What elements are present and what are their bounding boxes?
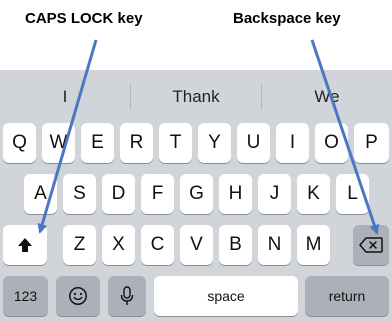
key-a[interactable]: A [24,174,57,214]
key-d[interactable]: D [102,174,135,214]
backspace-key[interactable] [353,225,389,265]
suggestion-1[interactable]: I [0,87,130,107]
key-p[interactable]: P [354,123,389,163]
key-i[interactable]: I [276,123,309,163]
key-t[interactable]: T [159,123,192,163]
key-b[interactable]: B [219,225,252,265]
backspace-callout: Backspace key [233,10,341,27]
key-k[interactable]: K [297,174,330,214]
numbers-key[interactable]: 123 [3,276,48,316]
caps-lock-callout: CAPS LOCK key [25,10,143,27]
key-r[interactable]: R [120,123,153,163]
microphone-icon [120,286,134,305]
suggestion-3[interactable]: We [262,87,392,107]
key-o[interactable]: O [315,123,348,163]
microphone-key[interactable] [108,276,146,316]
space-key[interactable]: space [154,276,298,316]
key-c[interactable]: C [141,225,174,265]
key-x[interactable]: X [102,225,135,265]
key-z[interactable]: Z [63,225,96,265]
key-q[interactable]: Q [3,123,36,163]
key-n[interactable]: N [258,225,291,265]
key-h[interactable]: H [219,174,252,214]
emoji-icon [69,287,87,305]
key-y[interactable]: Y [198,123,231,163]
shift-key[interactable] [3,225,47,265]
key-e[interactable]: E [81,123,114,163]
backspace-icon [359,237,383,253]
key-s[interactable]: S [63,174,96,214]
return-key[interactable]: return [305,276,389,316]
shift-icon [18,238,32,252]
key-g[interactable]: G [180,174,213,214]
suggestion-bar: I Thank We [0,70,392,123]
keyboard: I Thank We Q W E R T Y U I O P A S D F G… [0,70,392,321]
key-m[interactable]: M [297,225,330,265]
key-w[interactable]: W [42,123,75,163]
key-j[interactable]: J [258,174,291,214]
key-l[interactable]: L [336,174,369,214]
suggestion-2[interactable]: Thank [131,87,261,107]
key-v[interactable]: V [180,225,213,265]
emoji-key[interactable] [56,276,100,316]
key-f[interactable]: F [141,174,174,214]
key-u[interactable]: U [237,123,270,163]
